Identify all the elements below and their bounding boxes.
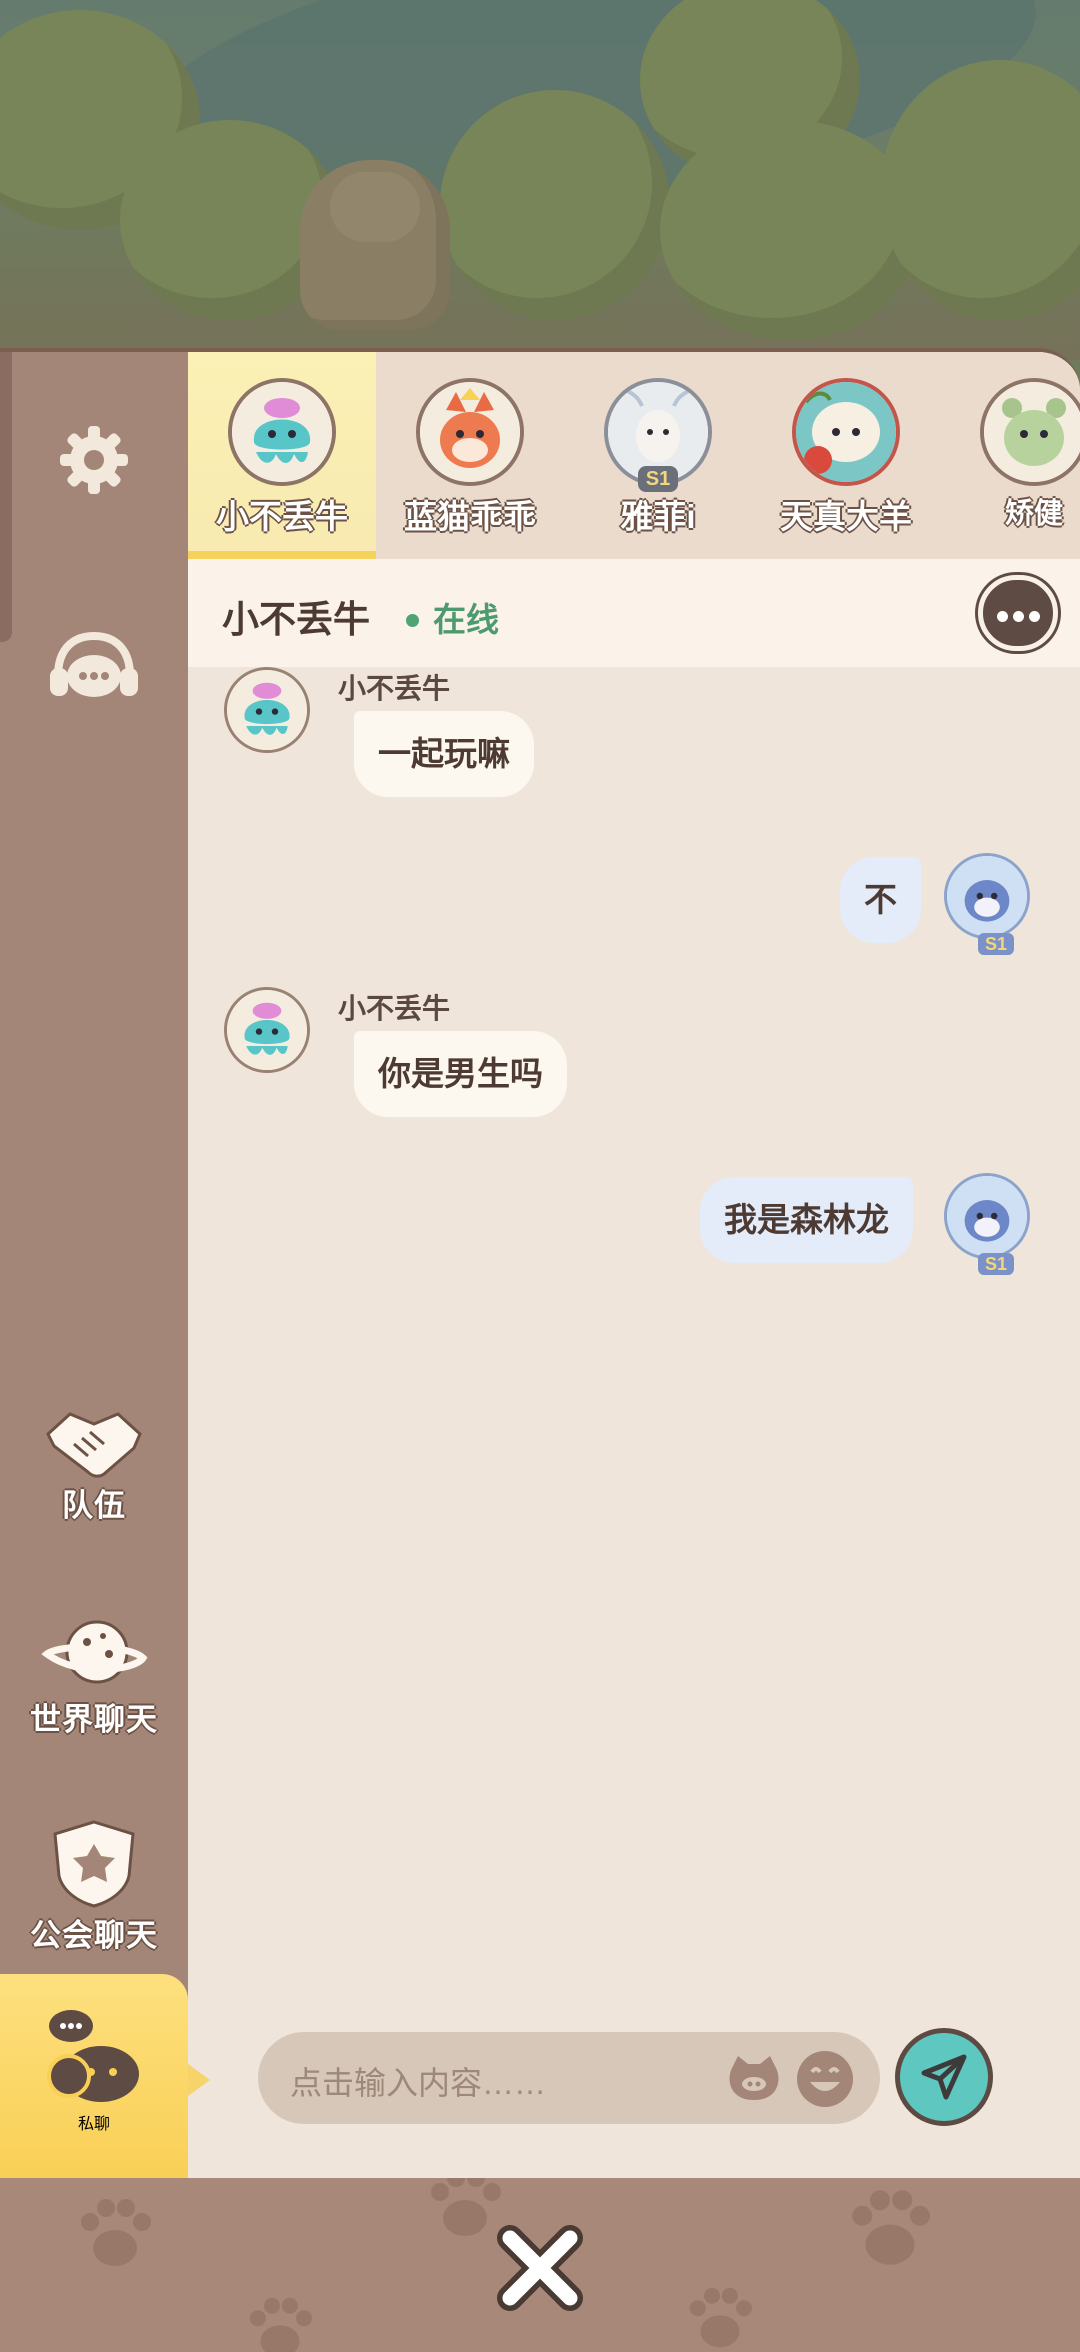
cat-sticker-icon[interactable] — [724, 2052, 784, 2106]
dragon-avatar-icon — [947, 1176, 1027, 1256]
game-background — [0, 0, 1080, 360]
contact-item[interactable]: 矫健 — [940, 352, 1080, 559]
settings-button[interactable] — [0, 422, 188, 498]
jellyfish-avatar-icon — [227, 670, 307, 750]
message-list: 小不丢牛 一起玩嘛 不 S1 小不丢牛 你是男生吗 我是森林龙 S1 — [188, 667, 1080, 1967]
jellyfish-avatar-icon — [228, 378, 336, 486]
recent-contacts-bar: 小不丢牛 蓝猫乖乖 S1 雅菲i 天真大羊 矫健 — [188, 352, 1080, 559]
send-button[interactable] — [895, 2028, 993, 2126]
guild-shield-icon — [53, 1820, 135, 1908]
message-bubble: 不 — [840, 857, 921, 943]
sidebar-item-guild-chat[interactable]: 公会聊天 — [0, 1818, 188, 1955]
paw-decoration-icon — [689, 2287, 752, 2348]
paper-plane-icon — [921, 2054, 967, 2100]
season-badge: S1 — [638, 466, 678, 492]
background-dim-overlay — [0, 0, 1080, 360]
chat-header: 小不丢牛 在线 — [188, 559, 1080, 667]
contact-name: 小不丢牛 — [216, 498, 348, 535]
sidebar-item-label: 队伍 — [62, 1488, 126, 1523]
contact-name: 雅菲i — [620, 498, 696, 535]
customer-service-button[interactable] — [0, 630, 188, 710]
jellyfish-avatar-icon — [227, 990, 307, 1070]
gear-icon — [60, 426, 128, 494]
season-badge: S1 — [978, 933, 1014, 955]
message-bubble: 你是男生吗 — [354, 1031, 567, 1117]
contact-name: 蓝猫乖乖 — [404, 498, 536, 535]
contact-item[interactable]: 天真大羊 — [752, 352, 940, 559]
sidebar-item-label: 世界聊天 — [30, 1702, 158, 1737]
more-options-button[interactable] — [978, 575, 1058, 651]
contact-item[interactable]: S1 雅菲i — [564, 352, 752, 559]
chat-panel: 队伍 世界聊天 公会聊天 私聊 小不丢牛 蓝猫乖乖 S1 雅菲i 天真大羊 矫健… — [0, 348, 1080, 2178]
headset-chat-icon — [50, 631, 138, 697]
sidebar-item-private-chat[interactable]: 私聊 — [0, 1974, 210, 2178]
sender-avatar[interactable] — [224, 667, 310, 753]
season-badge: S1 — [978, 1253, 1014, 1275]
chat-sidebar: 队伍 世界聊天 公会聊天 私聊 — [0, 352, 210, 2178]
message-bubble: 我是森林龙 — [700, 1177, 913, 1263]
self-avatar[interactable] — [944, 853, 1030, 939]
sidebar-item-label: 私聊 — [77, 2114, 110, 2133]
paw-decoration-icon — [81, 2199, 151, 2266]
bear-avatar-icon — [980, 378, 1080, 486]
sender-name: 小不丢牛 — [338, 993, 451, 1024]
more-icon-dot — [1029, 611, 1040, 622]
message-input[interactable]: 点击输入内容…… — [258, 2032, 880, 2124]
chat-title: 小不丢牛 — [222, 599, 370, 640]
sender-name: 小不丢牛 — [338, 673, 451, 704]
contact-name: 矫健 — [1004, 498, 1063, 530]
close-icon — [497, 2225, 583, 2311]
contact-item[interactable]: 小不丢牛 — [188, 352, 376, 559]
sidebar-item-team[interactable]: 队伍 — [0, 1404, 188, 1525]
online-status-text: 在线 — [433, 601, 499, 638]
sidebar-item-label: 公会聊天 — [30, 1918, 158, 1953]
more-icon — [997, 611, 1008, 622]
close-button[interactable] — [490, 2218, 590, 2318]
sheep-avatar-icon — [792, 378, 900, 486]
handshake-icon — [46, 1412, 142, 1478]
contact-name: 天真大羊 — [780, 498, 912, 535]
paw-decoration-icon — [249, 2297, 312, 2352]
input-placeholder: 点击输入内容…… — [290, 2065, 547, 2101]
online-status-dot — [406, 614, 419, 627]
fox-avatar-icon — [416, 378, 524, 486]
planet-icon — [41, 1620, 148, 1684]
self-avatar[interactable] — [944, 1173, 1030, 1259]
paw-decoration-icon — [852, 2190, 930, 2265]
sender-avatar[interactable] — [224, 987, 310, 1073]
emoji-icon[interactable] — [794, 2048, 856, 2110]
private-chat-icon — [47, 2010, 139, 2102]
contact-item[interactable]: 蓝猫乖乖 — [376, 352, 564, 559]
message-bubble: 一起玩嘛 — [354, 711, 534, 797]
more-icon-dot — [1013, 611, 1024, 622]
sidebar-item-world-chat[interactable]: 世界聊天 — [0, 1614, 188, 1739]
dragon-avatar-icon — [947, 856, 1027, 936]
